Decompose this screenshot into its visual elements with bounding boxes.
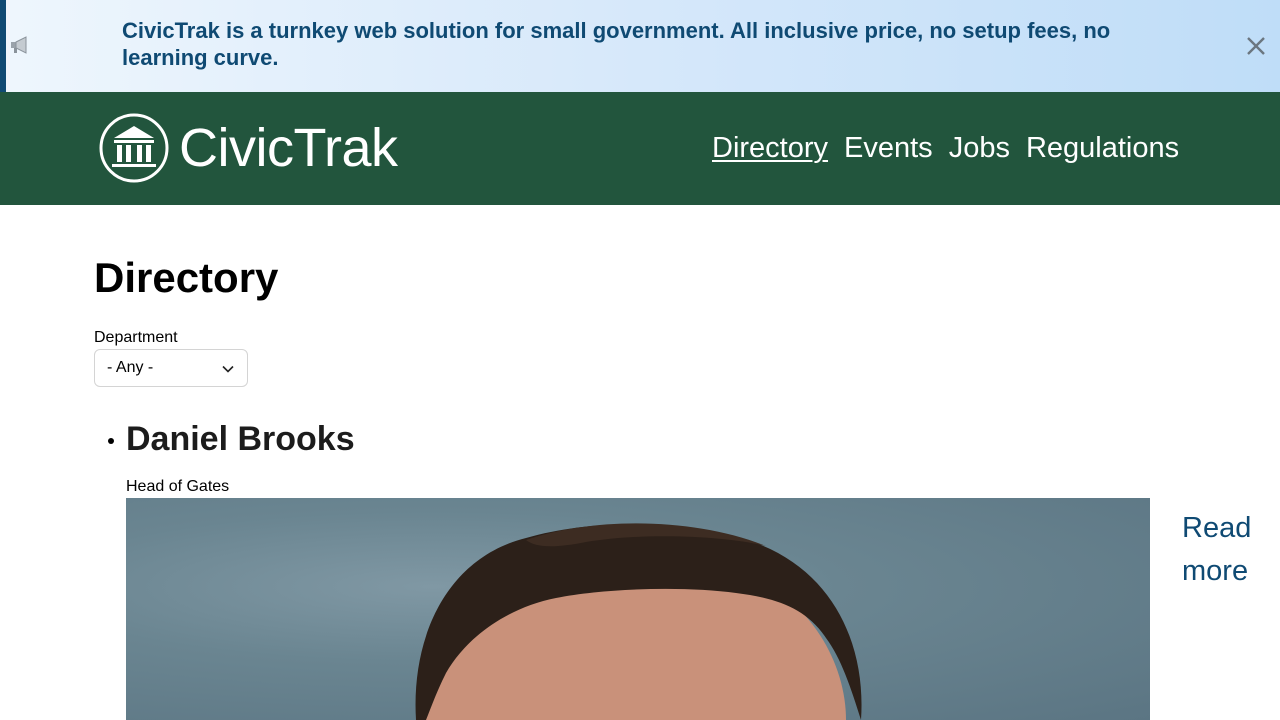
person-photo [126, 498, 1150, 720]
department-filter-label: Department [94, 329, 178, 346]
list-bullet [108, 438, 114, 444]
read-more-link[interactable]: Read more [1182, 507, 1262, 593]
announcement-banner: CivicTrak is a turnkey web solution for … [0, 0, 1280, 92]
site-header: CivicTrak Directory Events Jobs Regulati… [0, 92, 1280, 205]
nav-link-regulations[interactable]: Regulations [1026, 130, 1179, 166]
banner-message: CivicTrak is a turnkey web solution for … [122, 18, 1111, 70]
department-select[interactable]: - Any - [94, 349, 248, 387]
site-logo[interactable]: CivicTrak [99, 113, 398, 183]
site-name: CivicTrak [179, 118, 398, 178]
megaphone-icon [11, 36, 27, 54]
main-nav: Directory Events Jobs Regulations [712, 130, 1179, 166]
person-name[interactable]: Daniel Brooks [126, 418, 355, 460]
nav-link-events[interactable]: Events [844, 130, 933, 166]
department-select-value: - Any - [107, 359, 154, 376]
chevron-down-icon [222, 365, 234, 373]
person-role: Head of Gates [126, 478, 230, 495]
page-title: Directory [94, 254, 279, 301]
government-building-icon [99, 113, 169, 183]
nav-link-jobs[interactable]: Jobs [949, 130, 1010, 166]
close-icon[interactable] [1240, 30, 1272, 62]
nav-link-directory[interactable]: Directory [712, 130, 828, 166]
portrait-illustration [415, 523, 862, 720]
